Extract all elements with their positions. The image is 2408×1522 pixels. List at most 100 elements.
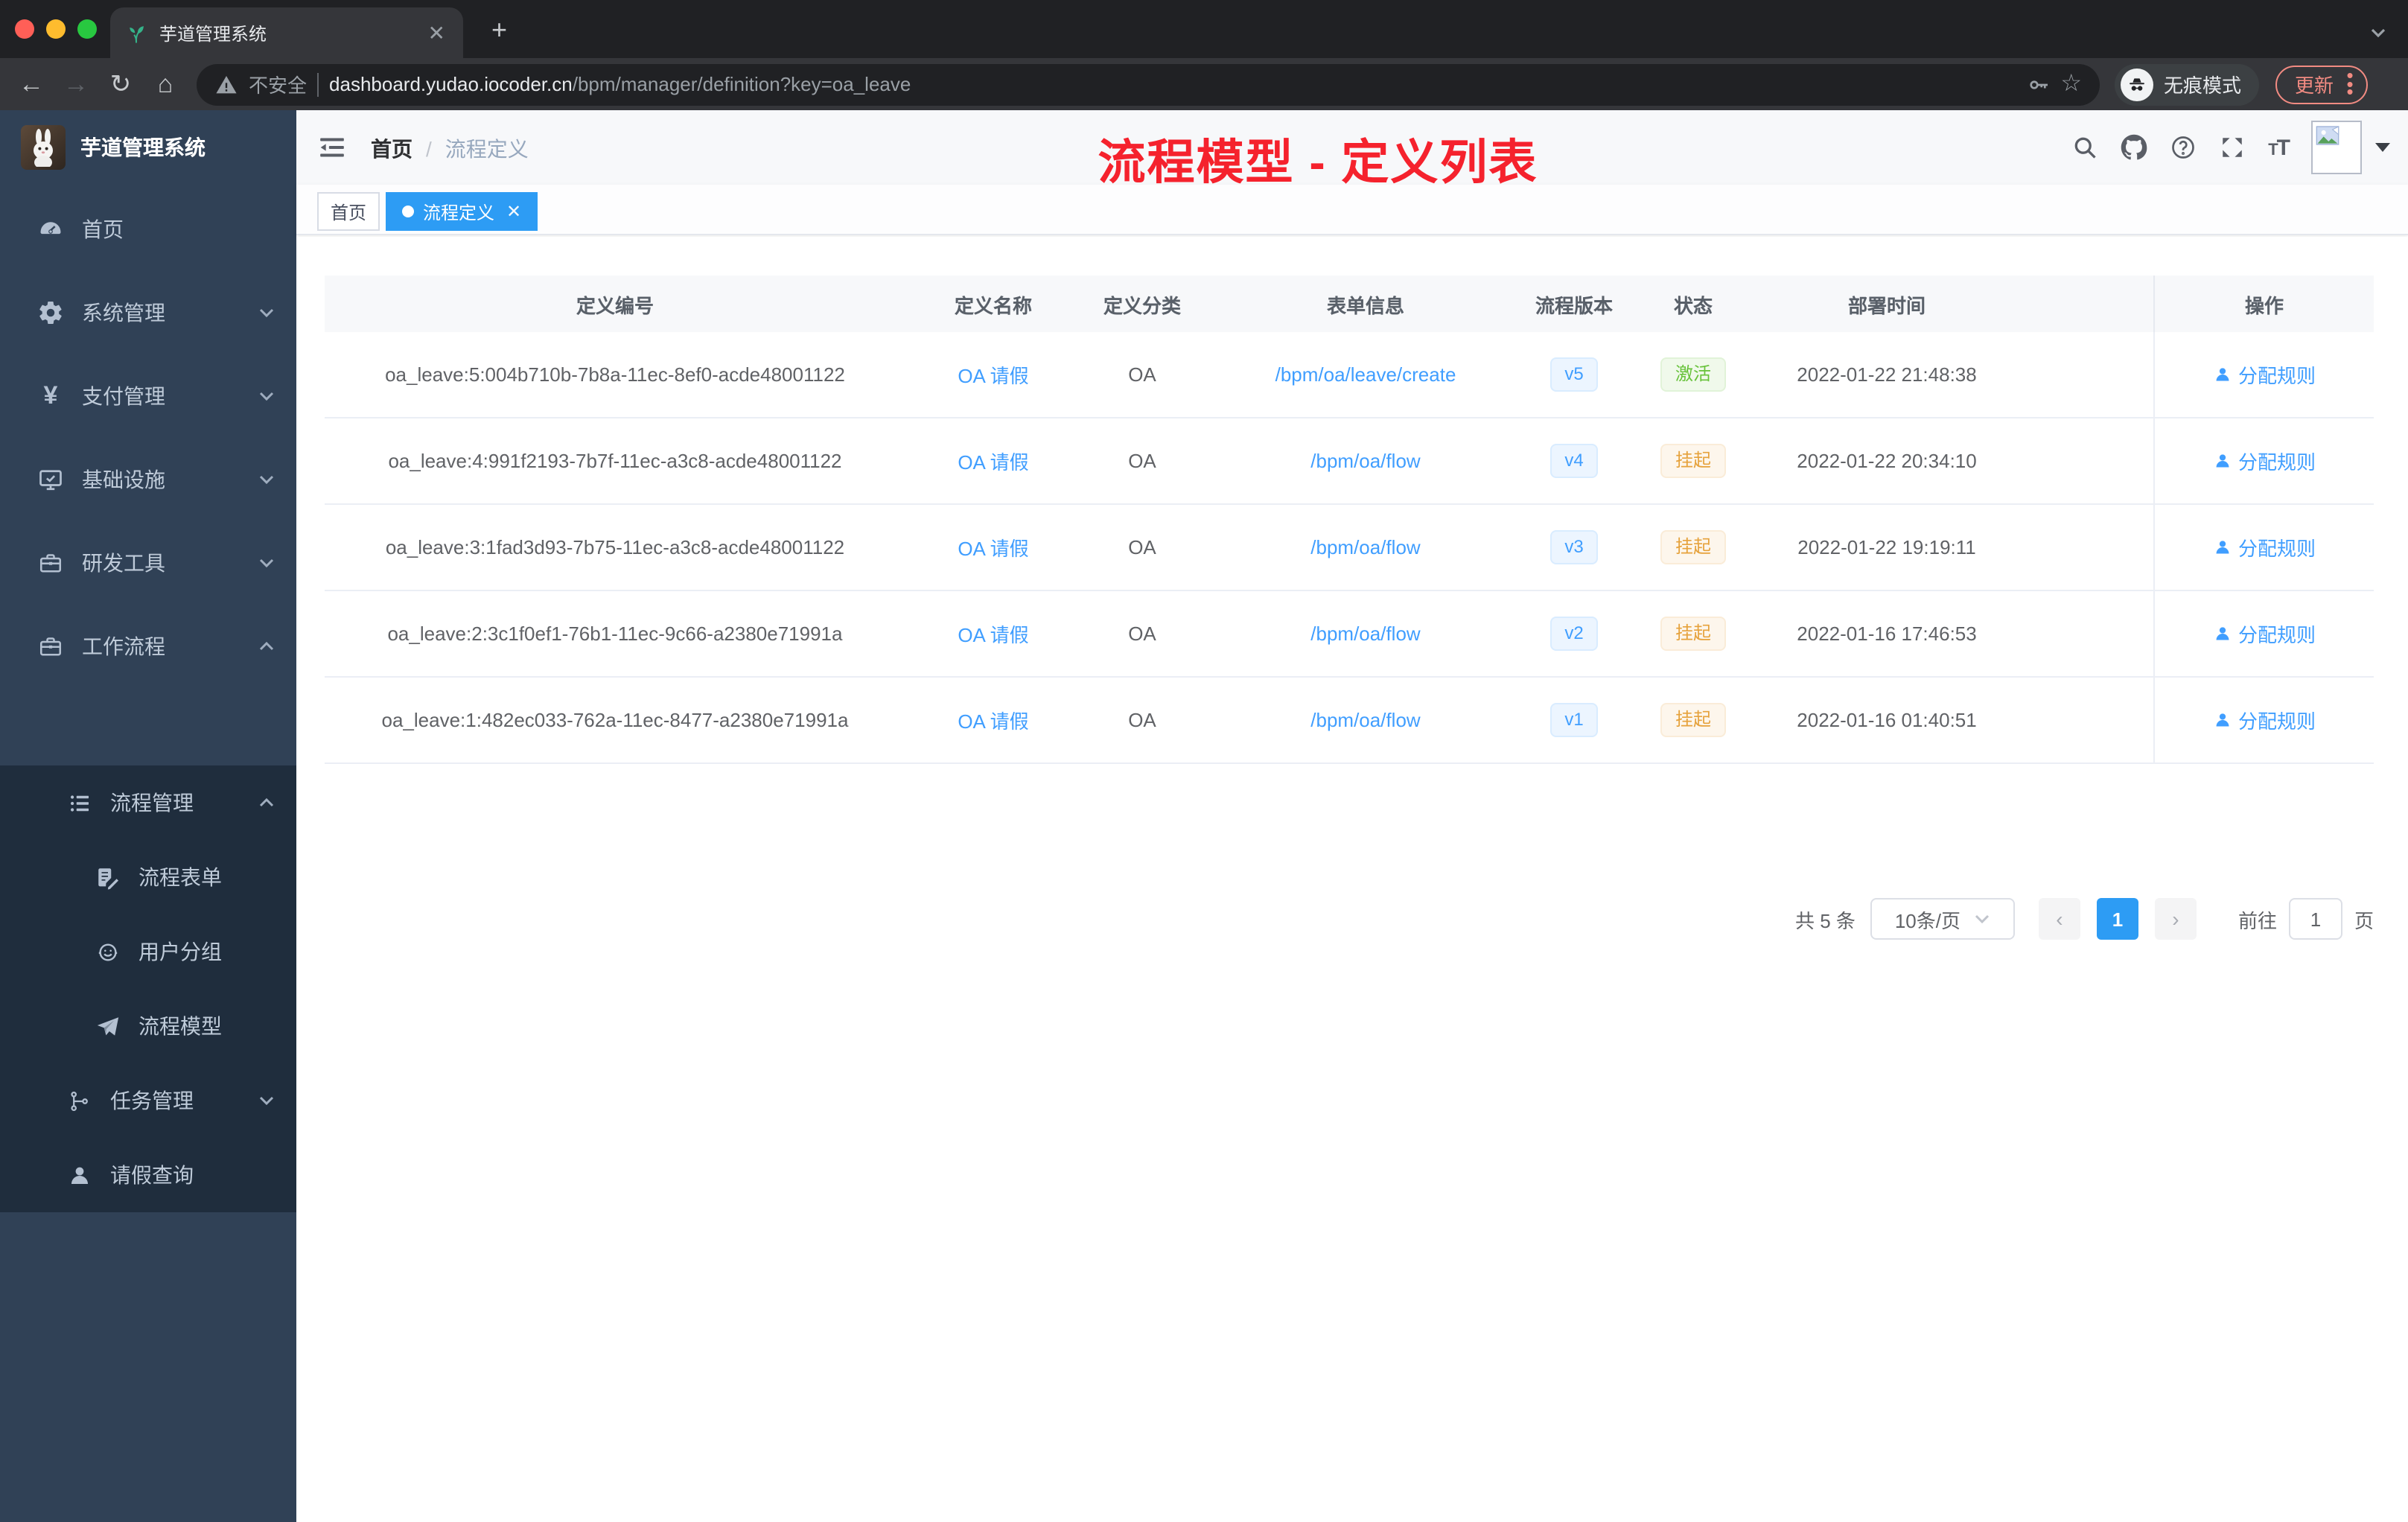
caret-down-icon[interactable] (2375, 143, 2390, 152)
next-page-button[interactable]: › (2154, 898, 2197, 940)
page-unit-label: 页 (2354, 909, 2374, 932)
form-link[interactable]: /bpm/oa/flow (1310, 709, 1420, 731)
definition-id: oa_leave:3:1fad3d93-7b75-11ec-a3c8-acde4… (385, 536, 845, 558)
form-link[interactable]: /bpm/oa/leave/create (1275, 363, 1456, 386)
sidebar-item-process-form[interactable]: 流程表单 (0, 840, 296, 914)
help-icon[interactable] (2170, 134, 2197, 161)
minimize-window-button[interactable] (46, 19, 66, 39)
assign-rule-link[interactable]: 分配规则 (2213, 533, 2316, 561)
sidebar-submenu-workflow: 流程管理 流程表单 用户分组 流程模型 任务管理 请假查询 (0, 765, 296, 1212)
sidebar-item-process-management[interactable]: 流程管理 (0, 765, 296, 840)
briefcase-icon (37, 633, 64, 660)
sidebar-item-workflow[interactable]: 工作流程 (0, 605, 296, 688)
tag-home[interactable]: 首页 (317, 192, 380, 231)
back-icon[interactable]: ← (9, 71, 54, 97)
breadcrumb: 首页 / 流程定义 (371, 134, 529, 164)
definition-name-link[interactable]: OA 请假 (958, 365, 1028, 387)
assign-rule-link[interactable]: 分配规则 (2213, 706, 2316, 734)
sidebar-item-process-model[interactable]: 流程模型 (0, 989, 296, 1063)
form-link[interactable]: /bpm/oa/flow (1310, 623, 1420, 645)
avatar[interactable] (2311, 121, 2362, 174)
security-label[interactable]: 不安全 (249, 70, 307, 98)
tag-process-definition[interactable]: 流程定义 ✕ (386, 192, 538, 231)
chevron-down-icon (258, 304, 275, 322)
operation-cell: 分配规则 (2153, 418, 2374, 503)
sidebar-item-system[interactable]: 系统管理 (0, 271, 296, 354)
fullscreen-icon[interactable] (2219, 134, 2246, 161)
column-header-status: 状态 (1673, 294, 1713, 316)
annotation-overlay: 流程模型 - 定义列表 (1098, 136, 1538, 189)
sidebar-item-home[interactable]: 首页 (0, 188, 296, 271)
address-bar[interactable]: 不安全 dashboard.yudao.iocoder.cn/bpm/manag… (197, 63, 2100, 105)
maximize-window-button[interactable] (77, 19, 97, 39)
close-window-button[interactable] (15, 19, 34, 39)
tag-label: 首页 (331, 202, 367, 223)
form-link[interactable]: /bpm/oa/flow (1310, 450, 1420, 472)
assign-rule-link[interactable]: 分配规则 (2213, 360, 2316, 389)
column-header-deploy-time: 部署时间 (1847, 294, 1926, 316)
warning-icon (216, 75, 237, 93)
tab-search-chevron-icon[interactable] (2369, 22, 2387, 49)
home-icon[interactable]: ⌂ (143, 71, 188, 97)
search-icon[interactable] (2071, 134, 2098, 161)
sidebar-item-label: 系统管理 (82, 301, 165, 325)
operation-cell: 分配规则 (2153, 678, 2374, 762)
bookmark-star-icon[interactable]: ☆ (2060, 71, 2082, 96)
goto-page-input[interactable] (2288, 898, 2342, 940)
tab-close-icon[interactable]: ✕ (425, 22, 448, 43)
assign-rule-link[interactable]: 分配规则 (2213, 620, 2316, 648)
browser-toolbar: ← → ↻ ⌂ 不安全 dashboard.yudao.iocoder.cn/b… (0, 58, 2408, 110)
chevron-down-icon (258, 1092, 275, 1109)
sidebar-item-user-group[interactable]: 用户分组 (0, 914, 296, 989)
sidebar-item-label: 流程管理 (110, 791, 194, 815)
key-icon[interactable] (2026, 72, 2050, 96)
definition-name-link[interactable]: OA 请假 (958, 451, 1028, 474)
definition-name-link[interactable]: OA 请假 (958, 538, 1028, 560)
update-label[interactable]: 更新 (2295, 70, 2334, 98)
incognito-badge: 无痕模式 (2115, 63, 2260, 105)
hamburger-icon[interactable] (317, 133, 347, 162)
assign-rule-link[interactable]: 分配规则 (2213, 447, 2316, 475)
sidebar-item-devtools[interactable]: 研发工具 (0, 521, 296, 605)
sidebar-item-label: 请假查询 (110, 1163, 194, 1187)
sidebar-item-label: 支付管理 (82, 384, 165, 408)
forward-icon[interactable]: → (54, 71, 98, 97)
prev-page-button[interactable]: ‹ (2038, 898, 2080, 940)
operation-cell: 分配规则 (2153, 591, 2374, 676)
chevron-up-icon (258, 637, 275, 655)
deploy-time: 2022-01-16 01:40:51 (1797, 709, 1977, 731)
list-icon (67, 790, 92, 815)
sidebar-item-infra[interactable]: 基础设施 (0, 438, 296, 521)
tag-close-icon[interactable]: ✕ (506, 201, 521, 222)
page-body: 定义编号 定义名称 定义分类 表单信息 流程版本 状态 部署时间 操作 oa_l… (296, 237, 2408, 1522)
new-tab-button[interactable]: + (491, 16, 507, 43)
sidebar-logo[interactable]: 芋道管理系统 (0, 110, 296, 185)
user-icon (2216, 368, 2229, 381)
browser-tab[interactable]: 芋道管理系统 ✕ (110, 7, 463, 58)
page-size-select[interactable]: 10条/页 (1870, 898, 2015, 940)
form-link[interactable]: /bpm/oa/flow (1310, 536, 1420, 558)
send-icon (95, 1013, 121, 1039)
browser-menu-icon[interactable]: • • • (2345, 66, 2354, 102)
window-controls (15, 19, 97, 39)
breadcrumb-home[interactable]: 首页 (371, 134, 413, 164)
url-text[interactable]: dashboard.yudao.iocoder.cn/bpm/manager/d… (329, 73, 2016, 95)
font-size-icon[interactable]: TT (2268, 135, 2290, 160)
definition-name-link[interactable]: OA 请假 (958, 624, 1028, 646)
sidebar-item-payment[interactable]: ¥ 支付管理 (0, 354, 296, 438)
user-icon (67, 1162, 92, 1188)
github-icon[interactable] (2121, 134, 2147, 161)
sidebar-item-label: 首页 (82, 217, 124, 241)
url-host: dashboard.yudao.iocoder.cn (329, 73, 573, 95)
status-badge: 挂起 (1660, 443, 1726, 479)
chevron-down-icon (1972, 910, 1990, 928)
breadcrumb-current: 流程定义 (445, 137, 529, 161)
definition-name-link[interactable]: OA 请假 (958, 710, 1028, 733)
sidebar-item-task-management[interactable]: 任务管理 (0, 1063, 296, 1138)
browser-update-button[interactable]: 更新 • • • (2275, 65, 2369, 104)
content-area: 首页 / 流程定义 流程模型 - 定义列表 TT 首页 流程定义 ✕ 定义编号 … (296, 110, 2408, 1522)
reload-icon[interactable]: ↻ (98, 71, 143, 97)
sidebar-item-leave-query[interactable]: 请假查询 (0, 1138, 296, 1212)
current-page-button[interactable]: 1 (2096, 898, 2138, 940)
tags-view-bar: 首页 流程定义 ✕ (296, 185, 2408, 235)
